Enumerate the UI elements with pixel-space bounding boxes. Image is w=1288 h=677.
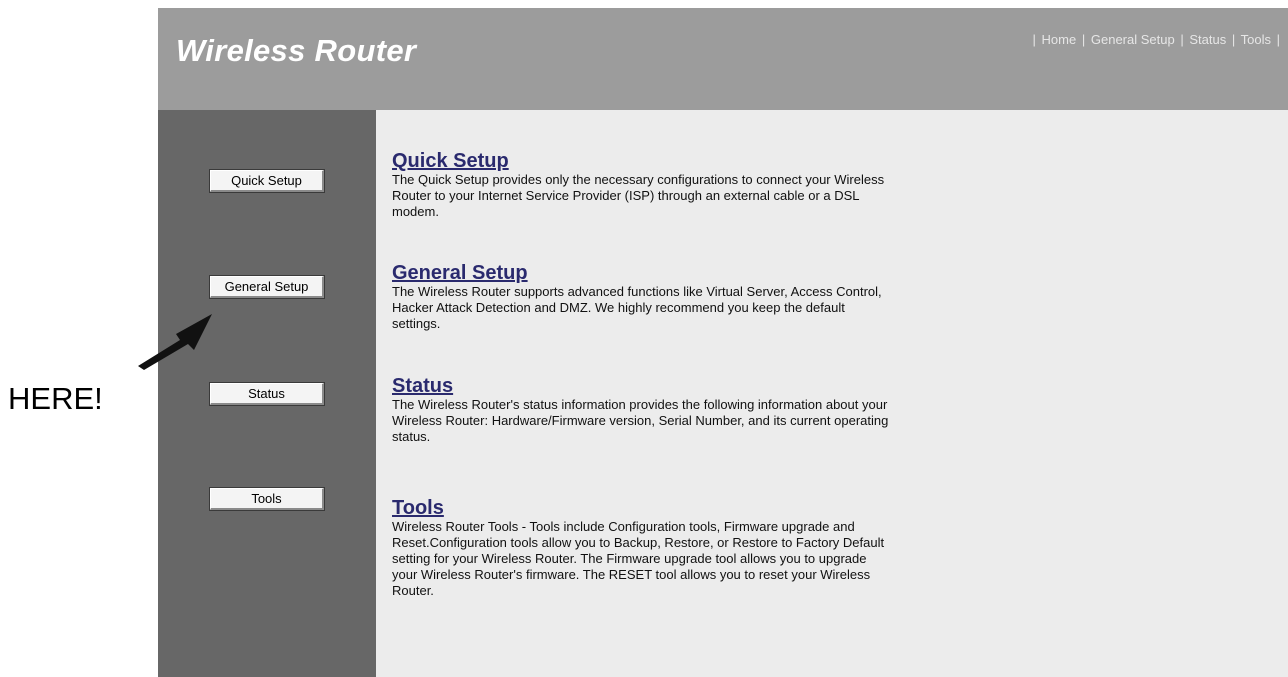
tools-button[interactable]: Tools <box>209 487 325 511</box>
section-title: Tools <box>392 497 892 519</box>
section-title: Status <box>392 375 892 397</box>
section-description: Wireless Router Tools - Tools include Co… <box>392 519 885 598</box>
nav-separator: | <box>1032 32 1036 47</box>
nav-separator: | <box>1276 32 1280 47</box>
section-quick-setup: Quick Setup The Quick Setup provides onl… <box>392 150 892 220</box>
sidebar: Quick Setup General Setup Status Tools <box>158 110 376 677</box>
app-title: Wireless Router <box>176 33 417 68</box>
header-bar: Wireless Router | Home | General Setup |… <box>158 8 1288 110</box>
here-annotation-label: HERE! <box>8 381 103 416</box>
tools-link[interactable]: Tools <box>392 497 444 519</box>
nav-separator: | <box>1231 32 1236 47</box>
top-nav: | Home | General Setup | Status | Tools … <box>1031 32 1282 47</box>
page: Wireless Router | Home | General Setup |… <box>0 0 1288 677</box>
section-description: The Wireless Router's status information… <box>392 397 889 444</box>
nav-separator: | <box>1180 32 1184 47</box>
quick-setup-link[interactable]: Quick Setup <box>392 150 509 172</box>
nav-link-home[interactable]: Home <box>1042 32 1077 47</box>
status-button[interactable]: Status <box>209 382 325 406</box>
section-title: Quick Setup <box>392 150 892 172</box>
section-title: General Setup <box>392 262 892 284</box>
main-content: Quick Setup The Quick Setup provides onl… <box>376 110 1288 677</box>
status-link[interactable]: Status <box>392 375 453 397</box>
nav-link-tools[interactable]: Tools <box>1241 32 1271 47</box>
nav-link-general-setup[interactable]: General Setup <box>1091 32 1175 47</box>
section-description: The Quick Setup provides only the necess… <box>392 172 885 219</box>
section-tools: Tools Wireless Router Tools - Tools incl… <box>392 497 892 599</box>
general-setup-button[interactable]: General Setup <box>209 275 325 299</box>
section-description: The Wireless Router supports advanced fu… <box>392 284 882 331</box>
section-status: Status The Wireless Router's status info… <box>392 375 892 445</box>
arrow-icon <box>138 314 212 370</box>
general-setup-link[interactable]: General Setup <box>392 262 528 284</box>
section-general-setup: General Setup The Wireless Router suppor… <box>392 262 892 332</box>
nav-link-status[interactable]: Status <box>1189 32 1226 47</box>
nav-separator: | <box>1081 32 1086 47</box>
quick-setup-button[interactable]: Quick Setup <box>209 169 325 193</box>
